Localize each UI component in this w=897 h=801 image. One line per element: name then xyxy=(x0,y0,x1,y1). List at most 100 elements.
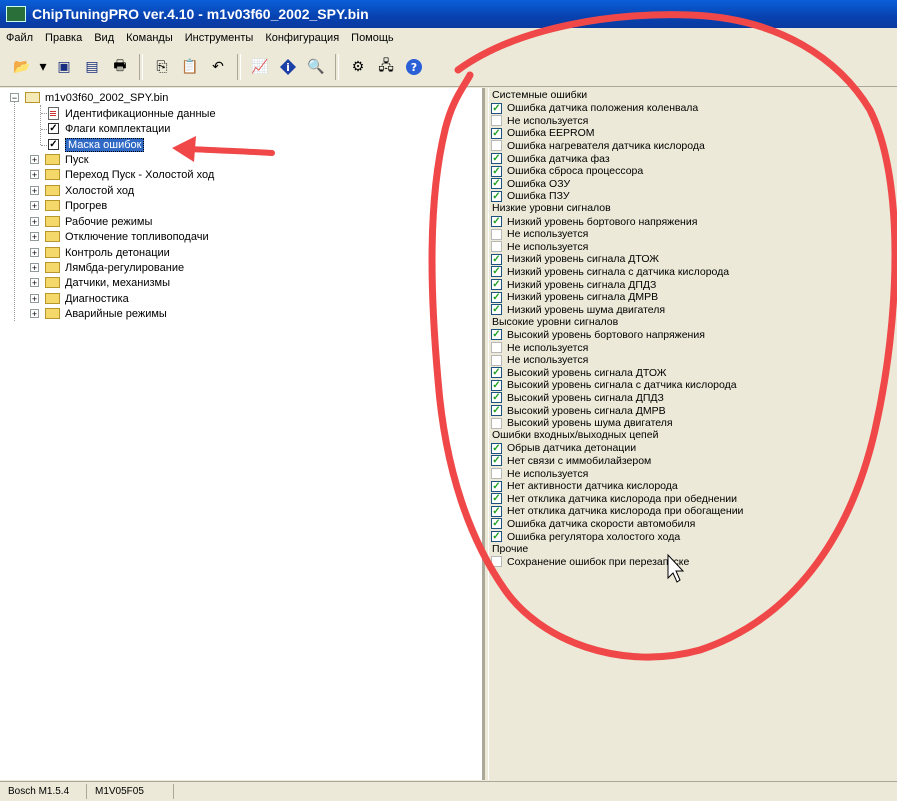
tree-item-error-mask[interactable]: ✓ Маска ошибок xyxy=(48,137,145,152)
menu-help[interactable]: Помощь xyxy=(345,32,400,44)
checkbox-checked[interactable]: ✓ xyxy=(491,190,502,202)
error-option[interactable]: ✓ Ошибка ОЗУ xyxy=(491,177,570,190)
checkbox-checked[interactable]: ✓ xyxy=(491,102,502,114)
chart-icon[interactable]: 📈 xyxy=(248,55,272,79)
save-as-icon[interactable]: ▤ xyxy=(80,55,104,79)
menu-commands[interactable]: Команды xyxy=(120,32,179,44)
paste-icon[interactable]: 📋 xyxy=(178,55,202,79)
checkbox-checked[interactable]: ✓ xyxy=(491,127,502,139)
menu-view[interactable]: Вид xyxy=(88,32,120,44)
expand-icon[interactable]: + xyxy=(30,263,39,273)
error-option[interactable]: ✓ Высокий уровень сигнала с датчика кисло… xyxy=(491,379,737,392)
checkbox-checked[interactable]: ✓ xyxy=(491,253,502,265)
tree-folder[interactable]: + Пуск xyxy=(30,152,89,167)
tree-root[interactable]: − m1v03f60_2002_SPY.bin xyxy=(10,90,168,105)
checkbox-unchecked[interactable]: ✓ xyxy=(491,140,502,152)
save-icon[interactable]: ▣ xyxy=(52,55,76,79)
error-option[interactable]: ✓ Нет активности датчика кислорода xyxy=(491,480,678,493)
checkbox-checked[interactable]: ✓ xyxy=(491,153,502,164)
error-option[interactable]: ✓ Сохранение ошибок при перезапуске xyxy=(491,555,689,568)
tree-folder[interactable]: + Рабочие режимы xyxy=(30,214,152,229)
expand-icon[interactable]: + xyxy=(30,155,39,165)
error-option[interactable]: ✓ Обрыв датчика детонации xyxy=(491,442,636,455)
error-option[interactable]: ✓ Ошибка датчика скорости автомобиля xyxy=(491,517,695,530)
error-option[interactable]: ✓ Не используется xyxy=(491,114,588,127)
error-option[interactable]: ✓ Не используется xyxy=(491,354,588,367)
tree-folder[interactable]: + Диагностика xyxy=(30,291,129,306)
tree-item-flags[interactable]: ✓ Флаги комплектации xyxy=(48,121,170,136)
checkbox-checked[interactable]: ✓ xyxy=(491,279,502,290)
checkbox-unchecked[interactable]: ✓ xyxy=(491,115,502,127)
error-option[interactable]: ✓ Ошибка нагревателя датчика кислорода xyxy=(491,139,705,152)
tree-folder[interactable]: + Лямбда-регулирование xyxy=(30,260,184,275)
checkbox-checked[interactable]: ✓ xyxy=(491,165,502,177)
error-option[interactable]: ✓ Ошибка датчика положения коленвала xyxy=(491,102,698,115)
menu-edit[interactable]: Правка xyxy=(39,32,88,44)
checkbox-checked[interactable]: ✓ xyxy=(491,266,502,278)
error-option[interactable]: ✓ Нет отклика датчика кислорода при обога… xyxy=(491,505,743,518)
tree-item-identification[interactable]: Идентификационные данные xyxy=(48,106,216,121)
error-option[interactable]: ✓ Высокий уровень сигнала ДТОЖ xyxy=(491,366,666,379)
tree-folder[interactable]: + Прогрев xyxy=(30,198,107,213)
expand-icon[interactable]: + xyxy=(30,232,39,242)
error-option[interactable]: ✓ Низкий уровень сигнала ДПДЗ xyxy=(491,278,656,291)
checkbox-checked[interactable]: ✓ xyxy=(491,442,502,454)
error-option[interactable]: ✓ Нет отклика датчика кислорода при обедн… xyxy=(491,492,737,505)
error-option[interactable]: ✓ Высокий уровень сигнала ДПДЗ xyxy=(491,391,664,404)
checkbox-unchecked[interactable]: ✓ xyxy=(491,228,502,240)
expand-icon[interactable]: + xyxy=(30,170,39,180)
error-option[interactable]: ✓ Низкий уровень бортового напряжения xyxy=(491,215,697,228)
tree-folder[interactable]: + Датчики, механизмы xyxy=(30,275,170,290)
error-option[interactable]: ✓ Низкий уровень сигнала ДМРВ xyxy=(491,291,658,304)
expand-icon[interactable]: + xyxy=(30,294,39,304)
tree-folder[interactable]: + Отключение топливоподачи xyxy=(30,229,209,244)
tree-folder[interactable]: + Контроль детонации xyxy=(30,245,170,260)
checkbox-checked[interactable]: ✓ xyxy=(491,367,502,379)
checkbox-checked[interactable]: ✓ xyxy=(491,493,502,505)
print-icon[interactable]: 🖶 xyxy=(108,55,132,79)
error-option[interactable]: ✓ Не используется xyxy=(491,240,588,253)
help-icon[interactable]: ? xyxy=(402,55,426,79)
checkbox-checked[interactable]: ✓ xyxy=(491,291,502,303)
error-option[interactable]: ✓ Низкий уровень шума двигателя xyxy=(491,303,665,316)
network-icon[interactable]: 🖧 xyxy=(374,55,398,79)
menu-config[interactable]: Конфигурация xyxy=(259,32,345,44)
checkbox-unchecked[interactable]: ✓ xyxy=(491,342,502,353)
checkbox-checked[interactable]: ✓ xyxy=(491,216,502,227)
tree-folder[interactable]: + Холостой ход xyxy=(30,183,134,198)
error-option[interactable]: ✓ Низкий уровень сигнала ДТОЖ xyxy=(491,253,659,266)
error-option[interactable]: ✓ Высокий уровень бортового напряжения xyxy=(491,328,705,341)
menu-tools[interactable]: Инструменты xyxy=(179,32,260,44)
checkbox-unchecked[interactable]: ✓ xyxy=(491,354,502,366)
open-icon[interactable]: 📂 xyxy=(10,55,34,79)
checkbox-checked[interactable]: ✓ xyxy=(491,178,502,190)
checkbox-unchecked[interactable]: ✓ xyxy=(491,556,502,568)
error-option[interactable]: ✓ Ошибка регулятора холостого хода xyxy=(491,530,680,543)
error-option[interactable]: ✓ Не используется xyxy=(491,341,588,354)
checkbox-checked[interactable]: ✓ xyxy=(491,480,502,492)
search-icon[interactable]: 🔍 xyxy=(304,55,328,79)
info-icon[interactable]: i xyxy=(276,55,300,79)
checkbox-checked[interactable]: ✓ xyxy=(491,531,502,542)
checkbox-checked[interactable]: ✓ xyxy=(491,379,502,391)
checkbox-checked[interactable]: ✓ xyxy=(491,304,502,316)
expand-icon[interactable]: + xyxy=(30,186,39,196)
checkbox-unchecked[interactable]: ✓ xyxy=(491,241,502,253)
copy-icon[interactable]: ⎘ xyxy=(150,55,174,79)
expand-icon[interactable]: + xyxy=(30,248,39,258)
error-option[interactable]: ✓ Ошибка сброса процессора xyxy=(491,165,643,178)
expand-icon[interactable]: + xyxy=(30,201,39,211)
error-option[interactable]: ✓ Не используется xyxy=(491,467,588,480)
checkbox-checked[interactable]: ✓ xyxy=(491,518,502,530)
error-option[interactable]: ✓ Низкий уровень сигнала с датчика кислор… xyxy=(491,265,729,278)
dropdown-icon[interactable]: ▾ xyxy=(38,55,48,79)
undo-icon[interactable]: ↶ xyxy=(206,55,230,79)
error-option[interactable]: ✓ Ошибка EEPROM xyxy=(491,127,595,140)
tree-folder[interactable]: + Аварийные режимы xyxy=(30,306,167,321)
tree-folder[interactable]: + Переход Пуск - Холостой ход xyxy=(30,167,214,182)
error-option[interactable]: ✓ Высокий уровень сигнала ДМРВ xyxy=(491,404,666,417)
menu-file[interactable]: Файл xyxy=(0,32,39,44)
checkbox-unchecked[interactable]: ✓ xyxy=(491,468,502,479)
checkbox-checked[interactable]: ✓ xyxy=(491,329,502,341)
checkbox-unchecked[interactable]: ✓ xyxy=(491,417,502,429)
